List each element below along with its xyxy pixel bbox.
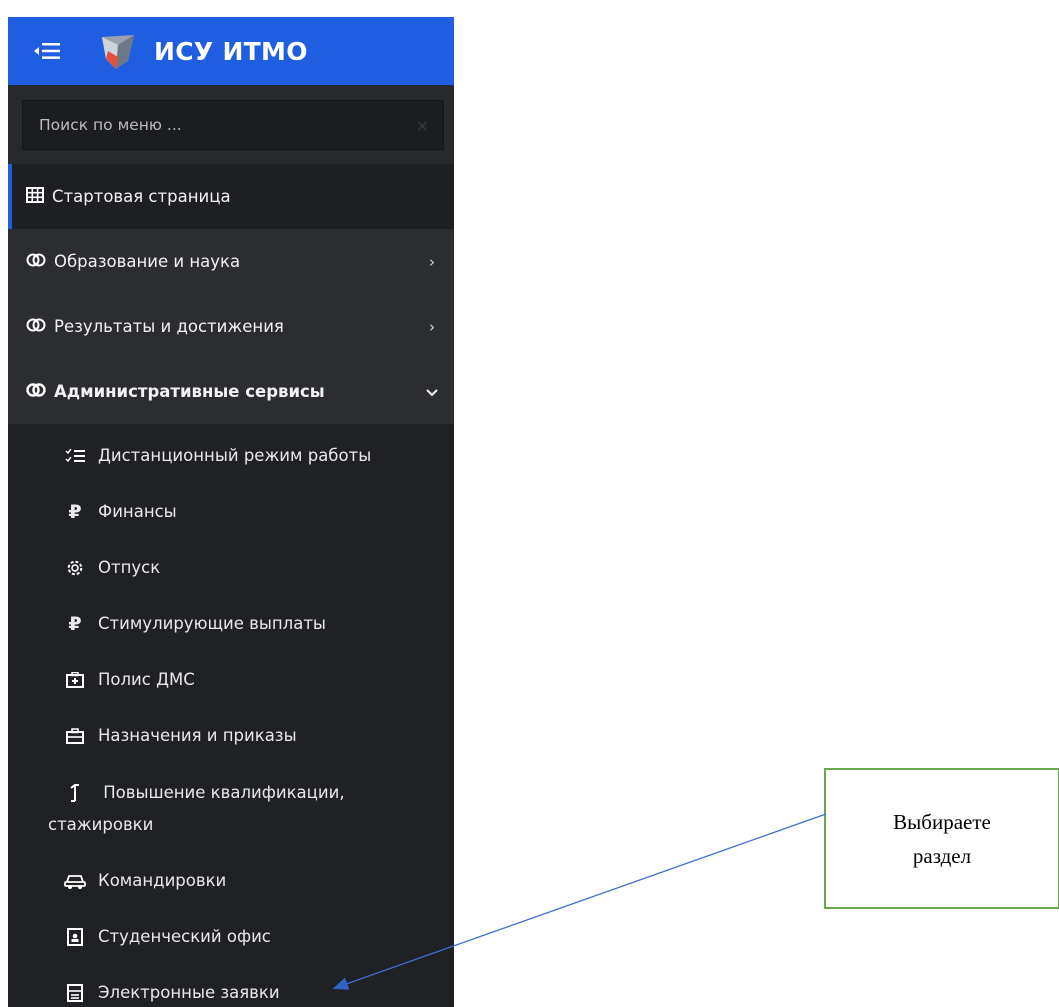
annotation-arrow xyxy=(332,813,827,990)
